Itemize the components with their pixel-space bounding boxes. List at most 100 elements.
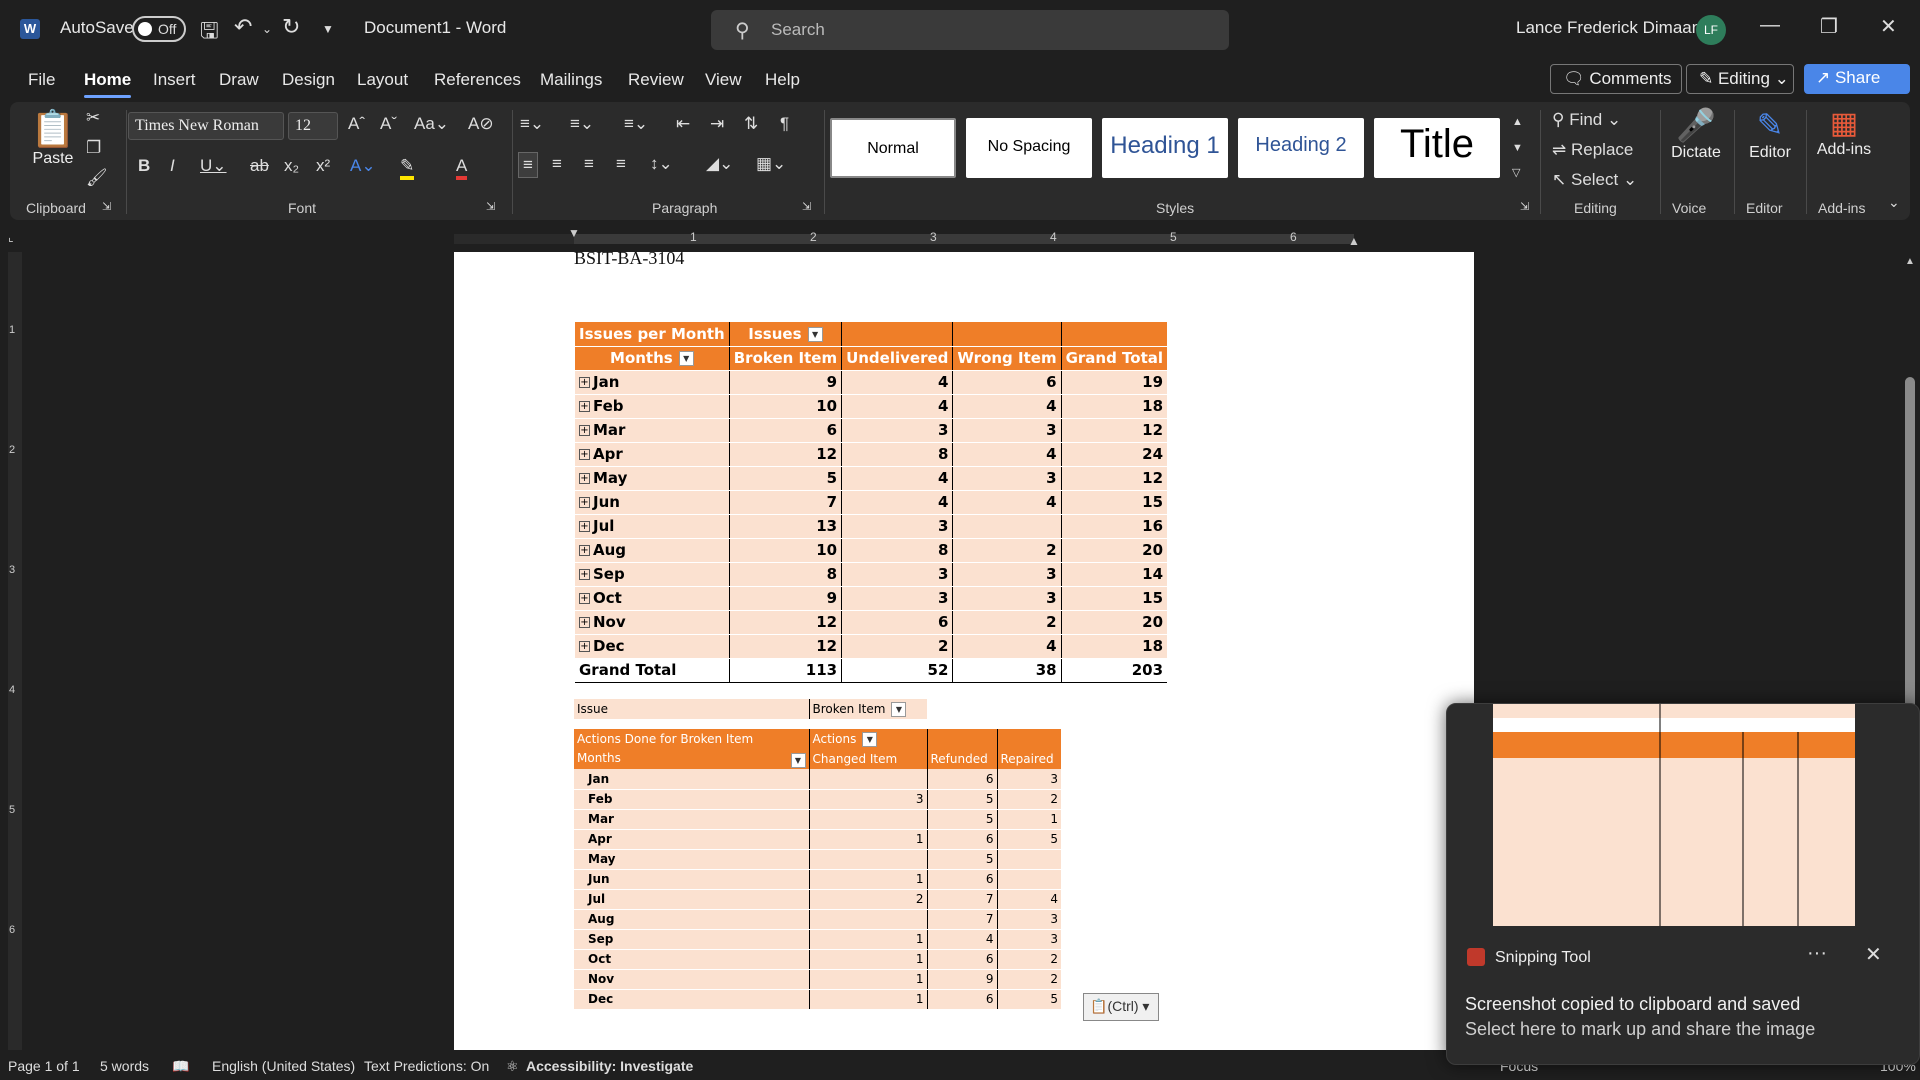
styles-more-icon[interactable]: ▽ (1512, 166, 1520, 179)
pivot-table-issues[interactable]: Issues per Month Issues ▼ Months ▼ Broken … (575, 322, 1168, 683)
table-row[interactable]: Dec 1 6 5 (574, 989, 1061, 1010)
close-icon[interactable]: ✕ (1880, 14, 1897, 39)
table-row[interactable]: Sep 1 4 3 (574, 929, 1061, 950)
sort-icon[interactable]: ⇅ (744, 114, 758, 134)
dictate-button[interactable]: 🎤 Dictate (1666, 106, 1726, 162)
expand-icon[interactable]: + (579, 377, 590, 388)
share-button[interactable]: ↗ Share (1804, 64, 1910, 94)
month-cell[interactable]: + Jun (575, 490, 730, 515)
font-name-box[interactable]: Times New Roman (128, 112, 284, 140)
document-page[interactable]: BSIT-BA-3104 Issues per Month Issues ▼ Mo… (454, 252, 1474, 1050)
strikethrough-icon[interactable]: ab (250, 156, 269, 176)
indent-marker-icon[interactable]: ▼ (568, 226, 580, 240)
show-marks-icon[interactable]: ¶ (780, 114, 789, 134)
expand-icon[interactable]: + (579, 473, 590, 484)
bold-icon[interactable]: B (138, 156, 150, 176)
pivot2-col-field[interactable]: Actions ▼ (808, 729, 927, 749)
table-row[interactable]: Feb 3 5 2 (574, 789, 1061, 810)
month-cell[interactable]: + Oct (575, 586, 730, 611)
redo-icon[interactable]: ↻ (282, 14, 300, 40)
font-launcher-icon[interactable]: ⇲ (486, 200, 495, 213)
style-heading-1[interactable]: Heading 1 (1102, 118, 1228, 178)
table-row[interactable]: + May 5 4 3 12 (575, 466, 1168, 491)
table-row[interactable]: + Aug 10 8 2 20 (575, 538, 1168, 563)
month-cell[interactable]: + Mar (575, 418, 730, 443)
expand-icon[interactable]: + (579, 401, 590, 412)
tab-mailings[interactable]: Mailings (540, 70, 602, 90)
table-row[interactable]: Mar 5 1 (574, 809, 1061, 830)
tab-layout[interactable]: Layout (357, 70, 408, 90)
month-cell[interactable]: + Nov (575, 610, 730, 635)
collapse-ribbon-icon[interactable]: ⌄ (1888, 194, 1900, 211)
justify-icon[interactable]: ≡ (616, 154, 626, 174)
tab-review[interactable]: Review (628, 70, 684, 90)
table-row[interactable]: + Feb 10 4 4 18 (575, 394, 1168, 419)
undo-dropdown-icon[interactable]: ⌄ (262, 22, 272, 36)
month-cell[interactable]: + Dec (575, 634, 730, 659)
table-row[interactable]: + Nov 12 6 2 20 (575, 610, 1168, 635)
table-row[interactable]: + Jan 9 4 6 19 (575, 370, 1168, 395)
paste-button[interactable]: 📋 Paste (30, 108, 76, 168)
decrease-indent-icon[interactable]: ⇤ (676, 114, 690, 134)
pivot-table-actions[interactable]: Issue Broken Item ▼ Actions Done for Brok… (574, 699, 1061, 1010)
comments-button[interactable]: 🗨 Comments (1550, 64, 1682, 94)
superscript-icon[interactable]: x² (316, 156, 330, 176)
accessibility-status[interactable]: Accessibility: Investigate (526, 1058, 693, 1074)
tab-draw[interactable]: Draw (219, 70, 259, 90)
close-notification-icon[interactable]: ✕ (1865, 942, 1882, 967)
format-painter-icon[interactable]: 🖌 (86, 168, 108, 188)
font-color-icon[interactable]: A (456, 156, 468, 180)
tab-references[interactable]: References (434, 70, 521, 90)
font-size-box[interactable]: 12 (288, 112, 338, 140)
increase-indent-icon[interactable]: ⇥ (710, 114, 724, 134)
paragraph-launcher-icon[interactable]: ⇲ (802, 200, 811, 213)
month-cell[interactable]: + Jul (575, 514, 730, 539)
month-cell[interactable]: + May (575, 466, 730, 491)
user-name[interactable]: Lance Frederick Dimaano (1516, 18, 1711, 38)
customize-toolbar-icon[interactable]: ▼ (322, 22, 334, 36)
table-row[interactable]: May 5 (574, 849, 1061, 870)
table-row[interactable]: Jul 2 7 4 (574, 889, 1061, 910)
expand-icon[interactable]: + (579, 521, 590, 532)
editing-mode-button[interactable]: ✎ Editing ⌄ (1686, 64, 1794, 94)
line-spacing-icon[interactable]: ↕⌄ (650, 154, 673, 174)
table-row[interactable]: + Jul 13 3 16 (575, 514, 1168, 539)
save-icon[interactable]: 🖫 (200, 14, 219, 52)
month-cell[interactable]: + Aug (575, 538, 730, 563)
align-center-icon[interactable]: ≡ (552, 154, 562, 174)
snipping-tool-notification[interactable]: Snipping Tool ··· ✕ Screenshot copied to… (1446, 703, 1920, 1065)
tab-insert[interactable]: Insert (153, 70, 196, 90)
cut-icon[interactable]: ✂ (86, 108, 100, 128)
copy-icon[interactable]: ❐ (86, 138, 101, 158)
addins-button[interactable]: ▦ Add-ins (1808, 106, 1880, 159)
tab-design[interactable]: Design (282, 70, 335, 90)
right-indent-icon[interactable]: ▲ (1348, 234, 1360, 248)
proofing-icon[interactable]: 📖 (172, 1058, 189, 1075)
style-heading-2[interactable]: Heading 2 (1238, 118, 1364, 178)
text-predictions[interactable]: Text Predictions: On (364, 1058, 489, 1074)
expand-icon[interactable]: + (579, 449, 590, 460)
table-row[interactable]: + Oct 9 3 3 15 (575, 586, 1168, 611)
shrink-font-icon[interactable]: Aˇ (380, 114, 397, 134)
table-row[interactable]: + Jun 7 4 4 15 (575, 490, 1168, 515)
filter-dropdown-icon[interactable]: ▼ (790, 752, 806, 768)
table-row[interactable]: Oct 1 6 2 (574, 949, 1061, 970)
word-count[interactable]: 5 words (100, 1058, 149, 1074)
filter-dropdown-icon[interactable]: ▼ (891, 701, 907, 717)
bullets-icon[interactable]: ≡⌄ (520, 114, 544, 134)
highlight-icon[interactable]: ✎ (400, 156, 415, 180)
month-cell[interactable]: + Jan (575, 370, 730, 395)
language[interactable]: English (United States) (212, 1058, 355, 1074)
month-cell[interactable]: + Feb (575, 394, 730, 419)
table-row[interactable]: Jun 1 6 (574, 869, 1061, 890)
table-row[interactable]: Aug 7 3 (574, 909, 1061, 930)
styles-scroll-down-icon[interactable]: ▼ (1512, 142, 1523, 154)
page-count[interactable]: Page 1 of 1 (8, 1058, 80, 1074)
select-button[interactable]: ↖ Select ⌄ (1552, 170, 1637, 190)
styles-launcher-icon[interactable]: ⇲ (1520, 200, 1529, 213)
style-no-spacing[interactable]: No Spacing (966, 118, 1092, 178)
autosave-toggle[interactable]: Off (132, 16, 186, 42)
replace-button[interactable]: ⇌ Replace (1552, 140, 1633, 160)
paste-options-button[interactable]: 📋(Ctrl) ▾ (1083, 993, 1159, 1021)
table-row[interactable]: Apr 1 6 5 (574, 829, 1061, 850)
